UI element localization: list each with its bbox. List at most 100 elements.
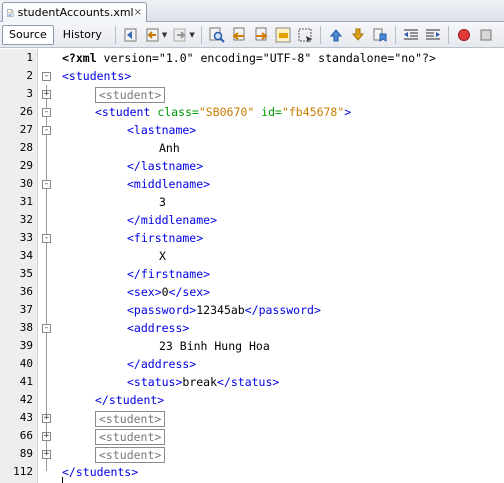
- code-line: 41 <status>break</status>: [0, 374, 504, 392]
- line-number: 28: [19, 141, 33, 154]
- lastname-close-tag: </lastname>: [127, 159, 204, 173]
- address-open-tag: <address>: [127, 321, 190, 335]
- toolbar-separator: [319, 25, 321, 44]
- line-number: 38: [19, 321, 33, 334]
- code-line: 42 </student>: [0, 392, 504, 410]
- toolbar-separator: [394, 25, 396, 44]
- code-line: 40 </address>: [0, 356, 504, 374]
- tab-title: studentAccounts.xml: [17, 6, 134, 19]
- line-number: 32: [19, 213, 33, 226]
- find-previous-icon[interactable]: [230, 26, 248, 44]
- text-caret: [62, 477, 63, 483]
- collapsed-student-block[interactable]: <student>: [95, 87, 166, 103]
- forward-icon[interactable]: [171, 26, 189, 44]
- collapsed-student-block[interactable]: <student>: [95, 411, 166, 427]
- code-line: 30 - <middlename>: [0, 176, 504, 194]
- address-close-tag: </address>: [127, 357, 197, 371]
- collapse-fold-icon[interactable]: -: [42, 108, 51, 117]
- toolbar-separator: [447, 25, 449, 44]
- sex-element: <sex>0</sex>: [127, 285, 211, 299]
- expand-fold-icon[interactable]: +: [42, 90, 51, 99]
- shift-right-icon[interactable]: [424, 26, 442, 44]
- code-line: 31 3: [0, 194, 504, 212]
- line-number: 41: [19, 375, 33, 388]
- code-line: 35 </firstname>: [0, 266, 504, 284]
- code-line: 2 - <students>: [0, 68, 504, 86]
- xml-declaration: <?xml version="1.0" encoding="UTF-8" sta…: [62, 51, 436, 65]
- find-icon[interactable]: [208, 26, 226, 44]
- line-number: 112: [13, 465, 33, 478]
- code-line: 1 <?xml version="1.0" encoding="UTF-8" s…: [0, 50, 504, 68]
- code-line: 32 </middlename>: [0, 212, 504, 230]
- forward-dropdown-icon[interactable]: ▼: [189, 31, 194, 39]
- line-number: 89: [19, 447, 33, 460]
- expand-fold-icon[interactable]: +: [42, 414, 51, 423]
- code-line: 33 - <firstname>: [0, 230, 504, 248]
- close-tab-icon[interactable]: ×: [134, 7, 142, 18]
- middlename-value: 3: [159, 195, 166, 209]
- lastname-open-tag: <lastname>: [127, 123, 197, 137]
- line-number: 40: [19, 357, 33, 370]
- line-number: 29: [19, 159, 33, 172]
- line-number: 39: [19, 339, 33, 352]
- middlename-open-tag: <middlename>: [127, 177, 211, 191]
- line-number: 35: [19, 267, 33, 280]
- collapsed-student-block[interactable]: <student>: [95, 447, 166, 463]
- password-element: <password>12345ab</password>: [127, 303, 321, 317]
- line-number: 26: [19, 105, 33, 118]
- next-bookmark-icon[interactable]: [349, 26, 367, 44]
- line-number: 30: [19, 177, 33, 190]
- tab-student-accounts[interactable]: studentAccounts.xml ×: [2, 2, 147, 22]
- collapse-fold-icon[interactable]: -: [42, 234, 51, 243]
- back-dropdown-icon[interactable]: ▼: [162, 31, 167, 39]
- code-line: 27 - <lastname>: [0, 122, 504, 140]
- shift-left-icon[interactable]: [402, 26, 420, 44]
- collapse-fold-icon[interactable]: -: [42, 324, 51, 333]
- code-line: 43 + <student>: [0, 410, 504, 428]
- code-line: 37 <password>12345ab</password>: [0, 302, 504, 320]
- code-line: 29 </lastname>: [0, 158, 504, 176]
- firstname-open-tag: <firstname>: [127, 231, 204, 245]
- line-number: 31: [19, 195, 33, 208]
- xml-editor[interactable]: 1 <?xml version="1.0" encoding="UTF-8" s…: [0, 49, 504, 483]
- collapse-fold-icon[interactable]: -: [42, 126, 51, 135]
- line-number: 33: [19, 231, 33, 244]
- collapsed-student-block[interactable]: <student>: [95, 429, 166, 445]
- stop-macro-icon[interactable]: [477, 26, 495, 44]
- editor-tab-strip: studentAccounts.xml ×: [0, 0, 504, 22]
- student-open-tag: <student class="SB0670" id="fb45678">: [95, 105, 352, 119]
- source-view-button[interactable]: Source: [2, 24, 54, 45]
- toggle-bookmark-icon[interactable]: [371, 26, 389, 44]
- toggle-rect-selection-icon[interactable]: [296, 26, 314, 44]
- history-view-button[interactable]: History: [56, 25, 109, 45]
- line-number: 42: [19, 393, 33, 406]
- previous-bookmark-icon[interactable]: [327, 26, 345, 44]
- start-macro-icon[interactable]: [455, 26, 473, 44]
- line-number: 27: [19, 123, 33, 136]
- code-line: 112 </students>: [0, 464, 504, 482]
- collapse-fold-icon[interactable]: -: [42, 72, 51, 81]
- line-number: 36: [19, 285, 33, 298]
- line-number: 1: [26, 51, 33, 64]
- toolbar-separator: [114, 25, 116, 44]
- expand-fold-icon[interactable]: +: [42, 432, 51, 441]
- address-value: 23 Binh Hung Hoa: [159, 339, 270, 353]
- code-line: 26 - <student class="SB0670" id="fb45678…: [0, 104, 504, 122]
- back-icon[interactable]: [144, 26, 162, 44]
- middlename-close-tag: </middlename>: [127, 213, 218, 227]
- last-edit-icon[interactable]: [122, 26, 140, 44]
- code-line: 39 23 Binh Hung Hoa: [0, 338, 504, 356]
- line-number: 34: [19, 249, 33, 262]
- expand-fold-icon[interactable]: +: [42, 450, 51, 459]
- firstname-value: X: [159, 249, 166, 263]
- status-element: <status>break</status>: [127, 375, 280, 389]
- code-line: 89 + <student>: [0, 446, 504, 464]
- student-close-tag: </student>: [95, 393, 165, 407]
- find-next-icon[interactable]: [252, 26, 270, 44]
- line-number: 3: [26, 87, 33, 100]
- line-number: 66: [19, 429, 33, 442]
- collapse-fold-icon[interactable]: -: [42, 180, 51, 189]
- toggle-highlight-icon[interactable]: [274, 26, 292, 44]
- lastname-value: Anh: [159, 141, 180, 155]
- line-number: 37: [19, 303, 33, 316]
